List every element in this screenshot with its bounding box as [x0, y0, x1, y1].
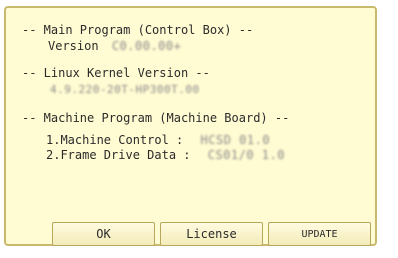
frame-drive-data-value: CS01/0 1.0 — [207, 148, 285, 162]
main-program-version-label: Version — [48, 39, 99, 53]
machine-control-label: 1.Machine Control : — [46, 133, 184, 147]
machine-control-row: 1.Machine Control : HCSD 01.0 — [46, 133, 270, 147]
license-button[interactable]: License — [160, 222, 263, 246]
machine-control-value: HCSD 01.0 — [200, 133, 271, 147]
update-button[interactable]: UPDATE — [268, 222, 371, 246]
version-info-dialog: -- Main Program (Control Box) -- Version… — [4, 6, 377, 246]
main-program-version-value: C0.00.00+ — [111, 39, 182, 53]
ok-button[interactable]: OK — [52, 222, 155, 246]
main-program-header: -- Main Program (Control Box) -- — [22, 23, 254, 37]
frame-drive-data-label: 2.Frame Drive Data : — [46, 148, 191, 162]
linux-kernel-version-value: 4.9.220-20T-HP300T.00 — [50, 83, 200, 96]
frame-drive-data-row: 2.Frame Drive Data : CS01/0 1.0 — [46, 148, 285, 162]
machine-program-header: -- Machine Program (Machine Board) -- — [22, 111, 290, 125]
linux-kernel-header: -- Linux Kernel Version -- — [22, 66, 210, 80]
main-program-version-row: Version C0.00.00+ — [48, 39, 181, 53]
